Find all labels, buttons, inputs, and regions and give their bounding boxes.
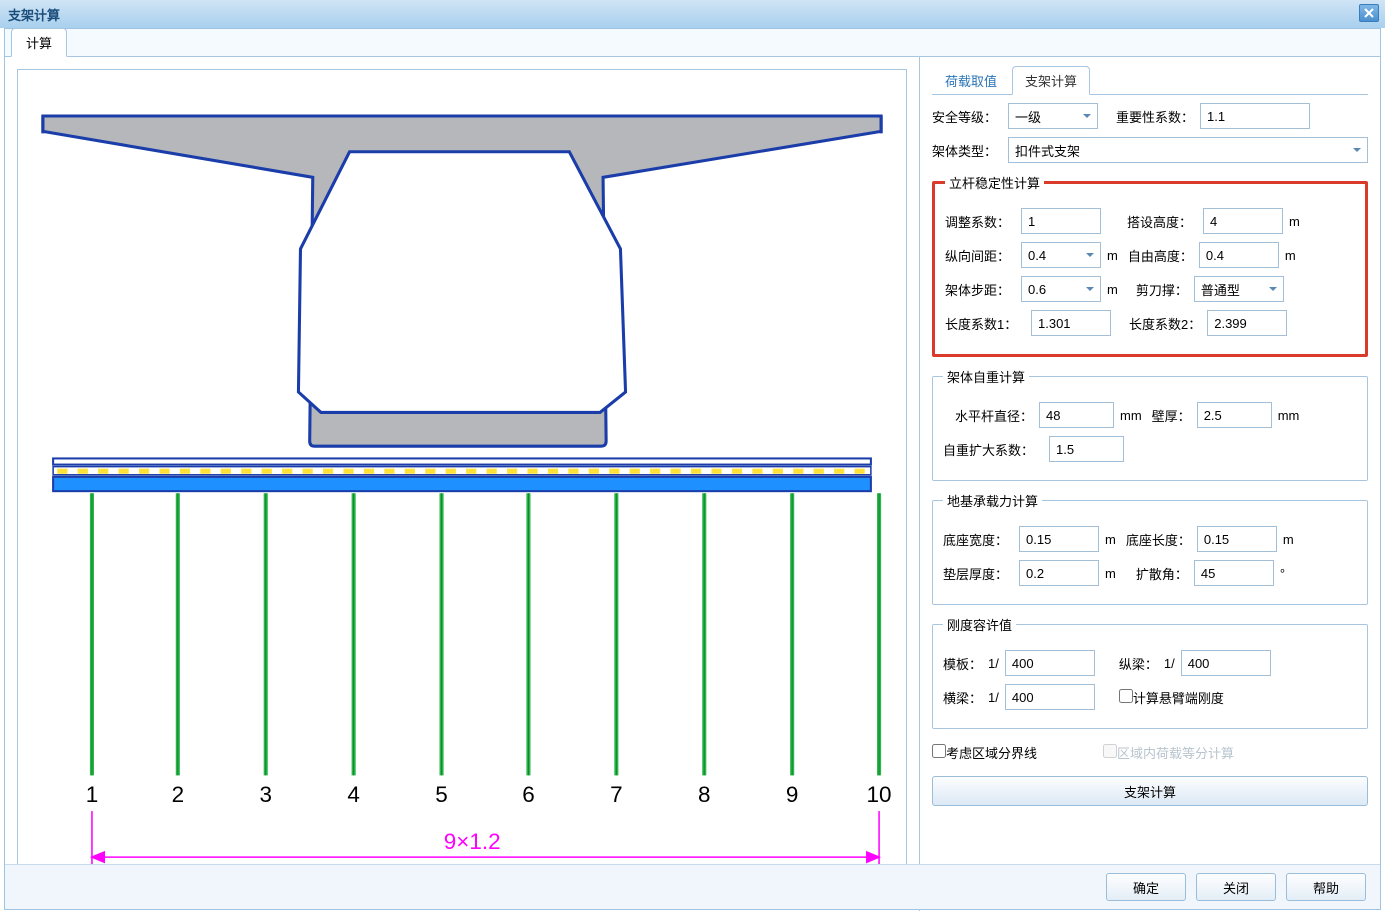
wall-label: 壁厚： [1152, 406, 1191, 425]
enlarge-label: 自重扩大系数： [943, 440, 1043, 459]
footer-buttons: 确定 关闭 帮助 [5, 864, 1380, 909]
step-label: 架体步距： [945, 280, 1015, 299]
importance-input[interactable] [1200, 103, 1310, 129]
main-tabbar: 计算 [5, 29, 1380, 57]
svg-text:10: 10 [867, 782, 892, 807]
len2-label: 长度系数2： [1129, 314, 1201, 333]
stability-legend: 立杆稳定性计算 [945, 173, 1044, 192]
diagram-box: 1 2 3 4 5 6 7 8 9 10 9×1.2 [17, 69, 907, 899]
longbeam-label: 纵梁： [1119, 654, 1158, 673]
window-title: 支架计算 [8, 5, 60, 24]
long-sp-combo[interactable]: 0.4 [1021, 242, 1101, 268]
erect-h-input[interactable] [1203, 208, 1283, 234]
selfweight-group: 架体自重计算 水平杆直径： mm 壁厚： mm 自重扩大系数： [932, 367, 1368, 481]
stiffness-legend: 刚度容许值 [943, 615, 1016, 634]
frame-type-label: 架体类型： [932, 141, 1002, 160]
equal-zone-chk: 区域内荷载等分计算 [1103, 743, 1234, 762]
len1-label: 长度系数1： [945, 314, 1025, 333]
diff-a-label: 扩散角： [1136, 564, 1188, 583]
importance-label: 重要性系数： [1116, 107, 1194, 126]
svg-text:8: 8 [698, 782, 711, 807]
base-l-input[interactable] [1197, 526, 1277, 552]
help-button[interactable]: 帮助 [1286, 873, 1366, 901]
titlebar: 支架计算 [0, 0, 1385, 28]
free-h-label: 自由高度： [1128, 246, 1193, 265]
svg-text:1: 1 [86, 782, 99, 807]
pad-t-label: 垫层厚度： [943, 564, 1013, 583]
crossbeam-input[interactable] [1005, 684, 1095, 710]
formwork-input[interactable] [1005, 650, 1095, 676]
svg-text:3: 3 [259, 782, 272, 807]
selfweight-legend: 架体自重计算 [943, 367, 1029, 386]
scissor-combo[interactable]: 普通型 [1194, 276, 1284, 302]
adj-coef-input[interactable] [1021, 208, 1101, 234]
svg-text:5: 5 [435, 782, 448, 807]
enlarge-input[interactable] [1049, 436, 1124, 462]
consider-zone-chk[interactable]: 考虑区域分界线 [932, 743, 1037, 762]
stiffness-group: 刚度容许值 模板： 1/ 纵梁： 1/ 横梁： 1/ 计算悬臂端刚度 [932, 615, 1368, 729]
diff-a-input[interactable] [1194, 560, 1274, 586]
svg-text:4: 4 [347, 782, 360, 807]
free-h-input[interactable] [1199, 242, 1279, 268]
svg-text:6: 6 [522, 782, 535, 807]
svg-text:7: 7 [610, 782, 623, 807]
safety-level-combo[interactable]: 一级 [1008, 103, 1098, 129]
len1-input[interactable] [1031, 310, 1111, 336]
content-area: 12345678910 9×1.2 荷载取值 支架计 [5, 57, 1380, 911]
scissor-label: 剪刀撑： [1136, 280, 1188, 299]
side-tabs: 荷载取值 支架计算 [932, 67, 1368, 95]
side-tab-calc[interactable]: 支架计算 [1012, 66, 1090, 95]
base-l-label: 底座长度： [1126, 530, 1191, 549]
formwork-label: 模板： [943, 654, 982, 673]
close-button[interactable]: 关闭 [1196, 873, 1276, 901]
ok-button[interactable]: 确定 [1106, 873, 1186, 901]
len2-input[interactable] [1207, 310, 1287, 336]
svg-text:9: 9 [786, 782, 799, 807]
side-tab-load[interactable]: 荷载取值 [932, 66, 1010, 94]
step-combo[interactable]: 0.6 [1021, 276, 1101, 302]
stability-group: 立杆稳定性计算 调整系数： 搭设高度： m 纵向间距： 0.4 m 自由高度： … [932, 173, 1368, 357]
calc-button[interactable]: 支架计算 [932, 776, 1368, 806]
foundation-group: 地基承载力计算 底座宽度： m 底座长度： m 垫层厚度： m 扩散角： ° [932, 491, 1368, 605]
adj-coef-label: 调整系数： [945, 212, 1015, 231]
crossbeam-label: 横梁： [943, 688, 982, 707]
tab-calc[interactable]: 计算 [11, 28, 67, 57]
foundation-legend: 地基承载力计算 [943, 491, 1042, 510]
safety-level-label: 安全等级： [932, 107, 1002, 126]
hbar-d-input[interactable] [1039, 402, 1114, 428]
base-w-input[interactable] [1019, 526, 1099, 552]
hbar-d-label: 水平杆直径： [943, 406, 1033, 425]
dimension-label: 9×1.2 [444, 829, 501, 854]
side-pane: 荷载取值 支架计算 安全等级： 一级 重要性系数： 架体类型： 扣件式支架 立杆… [920, 57, 1380, 911]
base-w-label: 底座宽度： [943, 530, 1013, 549]
longbeam-input[interactable] [1181, 650, 1271, 676]
diagram-pane: 1 2 3 4 5 6 7 8 9 10 9×1.2 [5, 57, 920, 911]
erect-h-label: 搭设高度： [1127, 212, 1197, 231]
close-icon[interactable] [1359, 4, 1379, 22]
svg-text:2: 2 [172, 782, 185, 807]
frame-type-combo[interactable]: 扣件式支架 [1008, 137, 1368, 163]
wall-input[interactable] [1197, 402, 1272, 428]
pad-t-input[interactable] [1019, 560, 1099, 586]
long-sp-label: 纵向间距： [945, 246, 1015, 265]
cantilever-chk[interactable]: 计算悬臂端刚度 [1119, 688, 1224, 707]
window-body: 计算 [4, 28, 1381, 910]
